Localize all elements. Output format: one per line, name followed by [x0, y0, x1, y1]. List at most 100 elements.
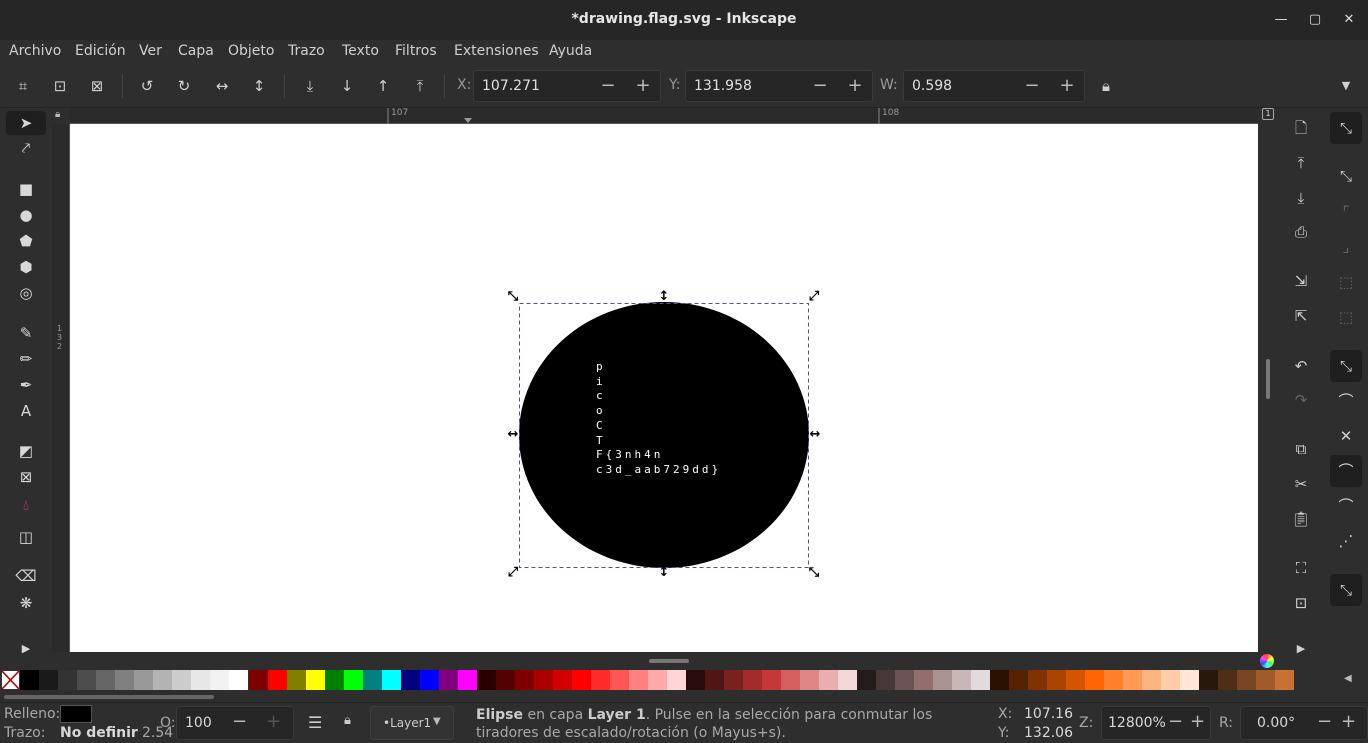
color-swatch[interactable]	[686, 670, 705, 690]
color-swatch[interactable]	[781, 670, 800, 690]
color-swatch[interactable]	[610, 670, 629, 690]
close-icon[interactable]: ✕	[1340, 11, 1358, 29]
x-spinbox[interactable]: 107.271 − +	[473, 70, 661, 102]
snap-toggle-icon[interactable]: ⤡	[1330, 112, 1362, 144]
scale-handle-sw[interactable]: ⤢	[506, 566, 520, 580]
paint-bucket-tool-icon[interactable]: ◫	[14, 525, 38, 549]
select-all-icon[interactable]: ⌗	[13, 76, 33, 96]
color-swatch[interactable]	[115, 670, 134, 690]
menu-capa[interactable]: Capa	[178, 43, 214, 59]
color-swatch[interactable]	[1123, 670, 1142, 690]
raise-to-top-icon[interactable]: ⤒	[410, 76, 430, 96]
color-swatch[interactable]	[648, 670, 667, 690]
color-swatch[interactable]	[96, 670, 115, 690]
vertical-scrollbar[interactable]: 1	[1258, 108, 1278, 668]
color-swatch[interactable]	[401, 670, 420, 690]
rotate-ccw-icon[interactable]: ↺	[137, 76, 157, 96]
spray-tool-icon[interactable]: ❋	[14, 591, 38, 615]
3d-box-tool-icon[interactable]: ⬢	[14, 255, 38, 279]
node-tool-icon[interactable]: ⤤	[14, 136, 38, 160]
zoom-spinbox[interactable]: 12800% − +	[1101, 706, 1211, 740]
color-swatch[interactable]	[363, 670, 382, 690]
w-spinbox[interactable]: 0.598 − +	[903, 70, 1085, 102]
color-swatch[interactable]	[1142, 670, 1161, 690]
color-swatch[interactable]	[1009, 670, 1028, 690]
zoom-drawing-icon[interactable]: ⊡	[1290, 592, 1312, 614]
color-swatch[interactable]	[1275, 670, 1294, 690]
color-swatch[interactable]	[933, 670, 952, 690]
mesh-tool-icon[interactable]: ⊠	[14, 465, 38, 489]
color-swatch[interactable]	[39, 670, 58, 690]
scale-handle-se[interactable]: ⤡	[807, 566, 821, 580]
layer-lock-icon[interactable]: 🔒︎	[344, 713, 351, 728]
color-swatch[interactable]	[838, 670, 857, 690]
palette-scroll-thumb[interactable]	[4, 695, 214, 699]
color-swatch[interactable]	[249, 670, 268, 690]
snap-bbox-icon[interactable]: ⤡	[1330, 160, 1362, 192]
color-manage-icon[interactable]	[1260, 654, 1274, 668]
snap-bbox-midpoints-icon[interactable]: ⬚	[1330, 266, 1362, 298]
color-swatch[interactable]	[553, 670, 572, 690]
color-swatch[interactable]	[534, 670, 553, 690]
pencil-tool-icon[interactable]: ✏	[14, 347, 38, 371]
snap-nodes-icon[interactable]: ⤡	[1330, 350, 1362, 382]
lock-ratio-icon[interactable]: 🔒︎	[1096, 76, 1116, 96]
color-swatch[interactable]	[420, 670, 439, 690]
x-value[interactable]: 107.271	[482, 78, 540, 94]
y-increment-button[interactable]: +	[843, 75, 867, 97]
save-icon[interactable]: ⤓	[1290, 187, 1312, 209]
stroke-value[interactable]: No definir	[60, 725, 138, 741]
select-all-layers-icon[interactable]: ⊡	[50, 76, 70, 96]
rotate-increment-button[interactable]: +	[1341, 711, 1356, 732]
color-swatch[interactable]	[439, 670, 458, 690]
menu-texto[interactable]: Texto	[342, 43, 379, 59]
commands-expand-icon[interactable]: ▶	[1290, 638, 1312, 660]
selector-tool-icon[interactable]: ➤	[6, 111, 46, 135]
ruler-lock-icon[interactable]: 🔒︎	[55, 109, 67, 123]
menu-extensiones[interactable]: Extensiones	[454, 43, 539, 59]
color-swatch[interactable]	[191, 670, 210, 690]
color-swatch[interactable]	[77, 670, 96, 690]
color-swatch[interactable]	[382, 670, 401, 690]
maximize-icon[interactable]: ▢	[1306, 11, 1324, 29]
snap-intersections-icon[interactable]: ✕	[1330, 420, 1362, 452]
star-tool-icon[interactable]: ⬟	[14, 229, 38, 253]
color-swatch[interactable]	[268, 670, 287, 690]
palette-scrollbar[interactable]	[0, 692, 1368, 702]
menu-ayuda[interactable]: Ayuda	[549, 43, 592, 59]
opacity-decrement-button[interactable]: −	[232, 711, 247, 732]
zoom-selection-icon[interactable]: ⛶	[1290, 557, 1312, 579]
copy-icon[interactable]: ⧉	[1290, 438, 1312, 460]
x-increment-button[interactable]: +	[631, 75, 655, 97]
undo-icon[interactable]: ↶	[1290, 355, 1312, 377]
flip-vertical-icon[interactable]: ↕	[249, 76, 269, 96]
color-swatch[interactable]	[287, 670, 306, 690]
rectangle-tool-icon[interactable]: ■	[14, 177, 38, 201]
rotate-decrement-button[interactable]: −	[1317, 711, 1332, 732]
color-swatch[interactable]	[952, 670, 971, 690]
color-swatch[interactable]	[876, 670, 895, 690]
color-swatch[interactable]	[1085, 670, 1104, 690]
snap-line-midpoints-icon[interactable]: ⋰	[1330, 525, 1362, 557]
ellipse-tool-icon[interactable]: ●	[14, 203, 38, 227]
horizontal-scrollbar[interactable]	[70, 652, 1258, 668]
color-swatch[interactable]	[1066, 670, 1085, 690]
drawing-canvas[interactable]: p i c o C T F{3nh4n c3d_aab729dd} ⤡ ↕ ⤢ …	[70, 124, 1258, 652]
dropper-tool-icon[interactable]: 💧︎	[14, 493, 38, 517]
snap-bbox-corners-icon[interactable]: ⌟	[1330, 231, 1362, 263]
toolbox-expand-icon[interactable]: ▶	[14, 637, 38, 661]
lower-to-bottom-icon[interactable]: ⤓	[300, 76, 320, 96]
menu-filtros[interactable]: Filtros	[395, 43, 437, 59]
color-swatch[interactable]	[1199, 670, 1218, 690]
opacity-spinbox[interactable]: 100 − +	[176, 706, 294, 740]
menu-edicion[interactable]: Edición	[75, 43, 126, 59]
color-swatch[interactable]	[1218, 670, 1237, 690]
layers-icon[interactable]: ☰	[308, 713, 322, 732]
w-value[interactable]: 0.598	[912, 78, 952, 94]
paste-icon[interactable]: 📋︎	[1290, 508, 1312, 530]
rotate-spinbox[interactable]: 0.00° − +	[1240, 706, 1368, 740]
color-swatch[interactable]	[1237, 670, 1256, 690]
color-swatch[interactable]	[1180, 670, 1199, 690]
spiral-tool-icon[interactable]: ◎	[14, 281, 38, 305]
color-swatch[interactable]	[914, 670, 933, 690]
